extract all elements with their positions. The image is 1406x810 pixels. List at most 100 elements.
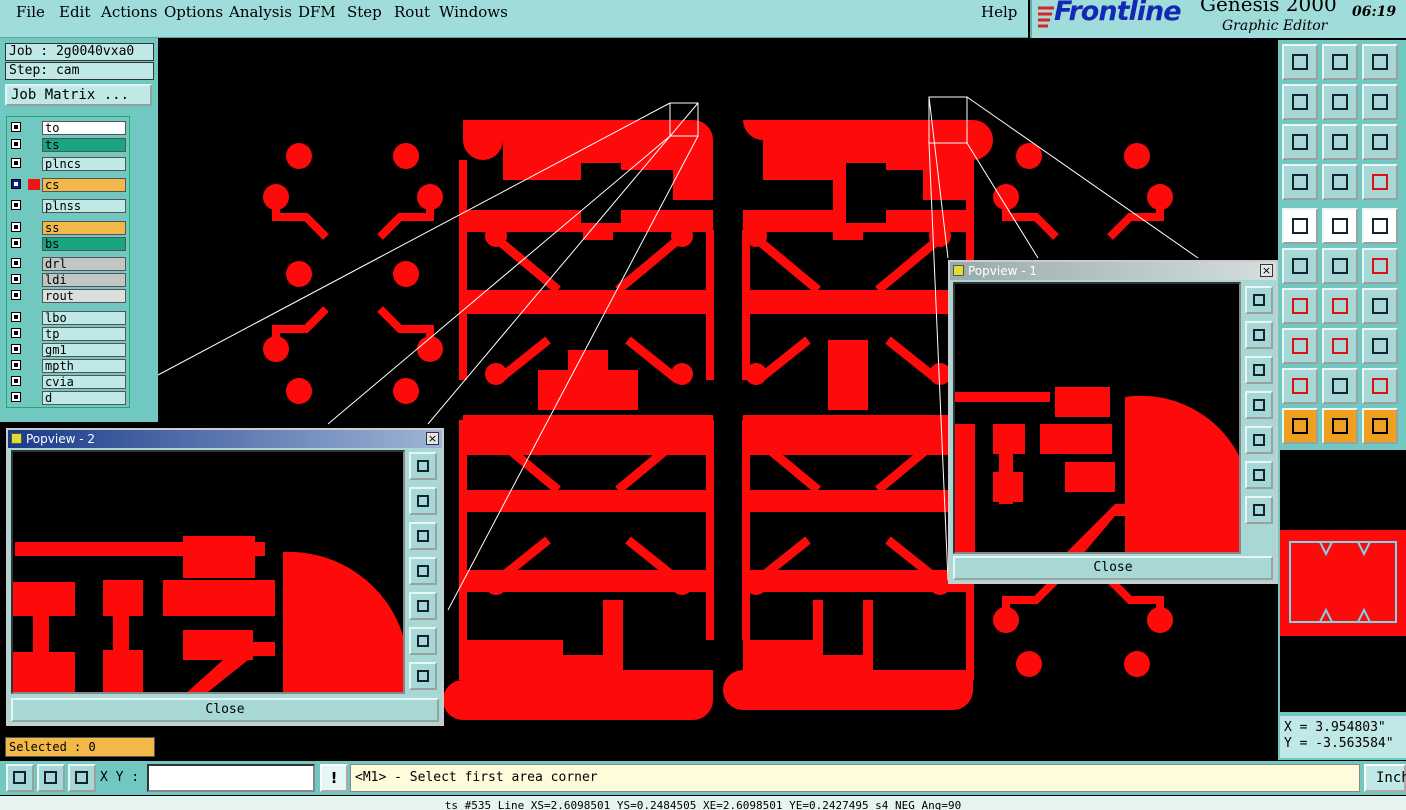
layer-row[interactable]: drl xyxy=(9,257,129,271)
layer-name[interactable]: to xyxy=(42,121,126,135)
pan-right-icon[interactable] xyxy=(1322,84,1358,120)
layer-row[interactable]: ts xyxy=(9,138,129,152)
layer-name[interactable]: tp xyxy=(42,327,126,341)
pan-left-icon[interactable] xyxy=(1282,84,1318,120)
zoom-out-icon[interactable] xyxy=(409,662,437,690)
layer-row[interactable]: rout xyxy=(9,289,129,303)
close-icon[interactable]: × xyxy=(1260,264,1273,277)
popview-1-titlebar[interactable]: Popview - 1 xyxy=(950,262,1276,280)
layer-checkbox[interactable] xyxy=(11,328,21,338)
menu-step[interactable]: Step xyxy=(347,3,382,21)
layer-row[interactable]: ldi xyxy=(9,273,129,287)
popview-2-view[interactable] xyxy=(11,450,405,694)
menu-help[interactable]: Help xyxy=(981,3,1017,21)
units-button[interactable]: Inch xyxy=(1364,764,1406,792)
triangle-add-icon[interactable] xyxy=(1362,368,1398,404)
menu-file[interactable]: File xyxy=(16,3,45,21)
line-icon[interactable] xyxy=(1282,288,1318,324)
layer-name[interactable]: plnss xyxy=(42,199,126,213)
layer-checkbox[interactable] xyxy=(11,392,21,402)
layer-checkbox[interactable] xyxy=(11,238,21,248)
layer-row[interactable]: tp xyxy=(9,327,129,341)
popview-2-titlebar[interactable]: Popview - 2 xyxy=(8,430,442,448)
menu-actions[interactable]: Actions xyxy=(101,3,157,21)
measure-icon[interactable] xyxy=(1362,208,1398,244)
layer-checkbox[interactable] xyxy=(11,222,21,232)
layer-row[interactable]: gm1 xyxy=(9,343,129,357)
add-pad-icon[interactable] xyxy=(1282,208,1318,244)
popview-2-close-button[interactable]: Close xyxy=(11,698,439,722)
add-line-icon[interactable] xyxy=(1322,208,1358,244)
redraw-icon[interactable] xyxy=(1362,84,1398,120)
close-icon[interactable]: × xyxy=(426,432,439,445)
layer-name[interactable]: ts xyxy=(42,138,126,152)
layer-checkbox[interactable] xyxy=(11,158,21,168)
move-pad-icon[interactable] xyxy=(1282,328,1318,364)
pan-up-icon[interactable] xyxy=(1245,321,1273,349)
pan-down-icon[interactable] xyxy=(1245,356,1273,384)
layer-checkbox[interactable] xyxy=(11,290,21,300)
popview-1-view[interactable] xyxy=(953,282,1241,554)
menu-windows[interactable]: Windows xyxy=(439,3,508,21)
layer-checkbox[interactable] xyxy=(11,200,21,210)
connect-icon[interactable] xyxy=(1362,248,1398,284)
menu-options[interactable]: Options xyxy=(164,3,223,21)
angle-mode-icon[interactable] xyxy=(37,764,65,792)
pan-right-icon[interactable] xyxy=(409,592,437,620)
pan-up-icon[interactable] xyxy=(409,487,437,515)
dimension-icon[interactable] xyxy=(1362,328,1398,364)
add-polygon-icon[interactable] xyxy=(1282,248,1318,284)
layer-row[interactable]: plncs xyxy=(9,157,129,171)
zoom-fit-icon[interactable] xyxy=(1282,124,1318,160)
zoom-back-icon[interactable] xyxy=(1322,44,1358,80)
window-menu-icon[interactable] xyxy=(11,433,22,444)
zoom-in-icon[interactable] xyxy=(1245,461,1273,489)
zoom-in-icon[interactable] xyxy=(409,627,437,655)
pan-right-icon[interactable] xyxy=(1245,426,1273,454)
cross-icon[interactable] xyxy=(1322,248,1358,284)
layer-name[interactable]: ldi xyxy=(42,273,126,287)
snap-mode-icon[interactable] xyxy=(6,764,34,792)
layer-row[interactable]: ss xyxy=(9,221,129,235)
layer-name[interactable]: cvia xyxy=(42,375,126,389)
zoom-fit-icon[interactable] xyxy=(1245,286,1273,314)
layer-checkbox[interactable] xyxy=(11,179,21,189)
layer-row[interactable]: to xyxy=(9,121,129,135)
layer-name[interactable]: bs xyxy=(42,237,126,251)
layer-checkbox[interactable] xyxy=(11,312,21,322)
select-pointer-icon[interactable] xyxy=(1282,408,1318,444)
layer-checkbox[interactable] xyxy=(11,274,21,284)
pan-down-icon[interactable] xyxy=(409,522,437,550)
triangle-icon[interactable] xyxy=(1282,368,1318,404)
layer-name[interactable]: cs xyxy=(42,178,126,192)
select-box-icon[interactable] xyxy=(1322,408,1358,444)
layer-name[interactable]: ss xyxy=(42,221,126,235)
layer-name[interactable]: d xyxy=(42,391,126,405)
menu-rout[interactable]: Rout xyxy=(394,3,430,21)
minus-icon[interactable] xyxy=(1322,328,1358,364)
select-circle-icon[interactable] xyxy=(1362,408,1398,444)
job-matrix-button[interactable]: Job Matrix ... xyxy=(5,84,152,106)
layer-checkbox[interactable] xyxy=(11,122,21,132)
layer-name[interactable]: lbo xyxy=(42,311,126,325)
zoom-center-icon[interactable] xyxy=(1322,124,1358,160)
layer-checkbox[interactable] xyxy=(11,360,21,370)
layer-row[interactable]: cvia xyxy=(9,375,129,389)
menu-edit[interactable]: Edit xyxy=(59,3,90,21)
layer-checkbox[interactable] xyxy=(11,139,21,149)
layer-checkbox[interactable] xyxy=(11,258,21,268)
layer-row[interactable]: bs xyxy=(9,237,129,251)
grid-icon[interactable] xyxy=(68,764,96,792)
layer-row[interactable]: lbo xyxy=(9,311,129,325)
zoom-fit-icon[interactable] xyxy=(409,452,437,480)
zoom-home-icon[interactable] xyxy=(1282,44,1318,80)
layer-row[interactable]: cs xyxy=(9,178,129,192)
home-icon[interactable] xyxy=(1362,44,1398,80)
layer-checkbox[interactable] xyxy=(11,344,21,354)
layer-row[interactable]: mpth xyxy=(9,359,129,373)
arc-icon[interactable] xyxy=(1362,288,1398,324)
display-options-icon[interactable] xyxy=(1282,164,1318,200)
slash-icon[interactable] xyxy=(1322,288,1358,324)
overview-map[interactable] xyxy=(1280,450,1406,712)
zoom-ratio-icon[interactable] xyxy=(1362,124,1398,160)
